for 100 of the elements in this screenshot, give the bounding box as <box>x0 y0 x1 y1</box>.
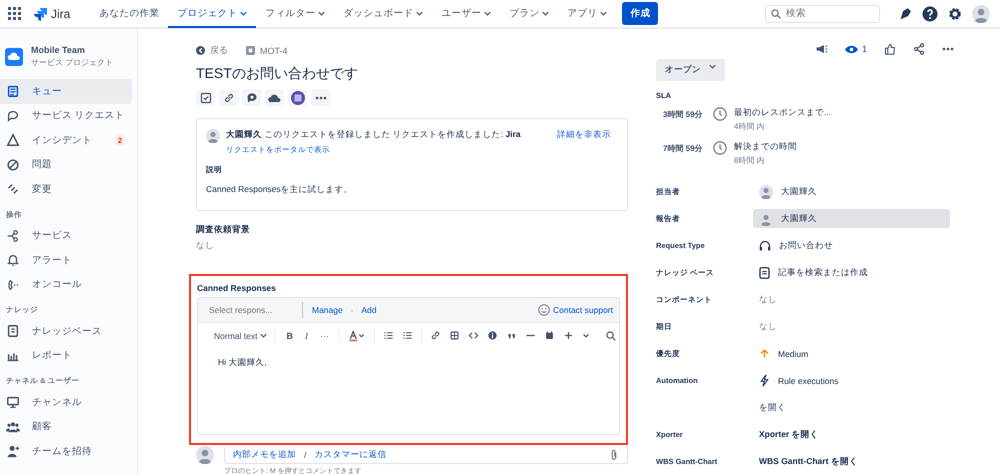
manage-link[interactable]: Manage <box>312 305 343 315</box>
field-value[interactable]: 大園輝久 <box>753 209 950 228</box>
link-separator: · <box>350 306 354 314</box>
sidebar-item[interactable]: 変更 <box>0 177 132 202</box>
link-button[interactable] <box>219 89 238 106</box>
cloud-icon <box>268 92 281 104</box>
editor-text[interactable]: Hi 大園輝久, <box>218 357 267 367</box>
nav-menu-item[interactable]: プラン <box>500 1 558 28</box>
format-button[interactable]: ··· <box>318 330 331 340</box>
sla-remaining-time: 3時間 59分 <box>663 109 704 120</box>
format-button[interactable]: I <box>302 330 310 340</box>
search-field[interactable]: 検索 <box>765 4 880 22</box>
app-button[interactable] <box>288 89 307 106</box>
thumbs-up-icon[interactable] <box>884 43 896 55</box>
sla-goal: 最初のレスポンスまで... <box>734 107 832 119</box>
sidebar-item[interactable]: オンコール <box>0 272 132 297</box>
nav-menu-item[interactable]: プロジェクト <box>168 1 256 28</box>
toolbar-icon[interactable] <box>562 330 574 341</box>
response-select[interactable]: Select respons... <box>198 302 303 318</box>
settings-icon[interactable] <box>947 6 963 22</box>
field-value[interactable]: 大園輝久 <box>753 182 950 201</box>
create-button[interactable]: 作成 <box>622 2 658 25</box>
link-separator: / <box>304 450 306 460</box>
contact-support-link[interactable]: Contact support <box>552 305 613 315</box>
clock-icon <box>713 141 727 155</box>
add-link[interactable]: Add <box>361 305 377 315</box>
sidebar-item[interactable]: ナレッジベース <box>0 319 132 344</box>
avatar-icon <box>759 184 773 198</box>
sidebar-item[interactable]: アラート <box>0 248 132 272</box>
issue-type-icon <box>246 46 255 55</box>
sidebar-item[interactable]: キュー <box>0 79 132 104</box>
arrow-up-icon <box>759 348 770 359</box>
sidebar-item[interactable]: レポート <box>0 344 132 368</box>
paperclip-icon[interactable] <box>609 448 619 460</box>
share-icon[interactable] <box>913 43 925 55</box>
sidebar-item[interactable]: サービス <box>0 224 132 248</box>
issue-key-link[interactable]: MOT-4 <box>246 44 288 57</box>
app-grid-icon[interactable] <box>8 6 22 20</box>
field-value[interactable]: 記事を検索または作成 <box>753 263 950 282</box>
internal-note-link[interactable]: 内部メモを追加 <box>233 448 296 460</box>
project-name[interactable]: Mobile Team <box>31 45 114 55</box>
nav-menu-item[interactable]: ユーザー <box>432 1 500 28</box>
caret-icon[interactable] <box>582 332 590 340</box>
field-value[interactable]: WBS Gantt-Chart を開く <box>753 452 950 471</box>
field-value[interactable]: を開く <box>753 398 950 417</box>
megaphone-icon[interactable] <box>814 43 828 55</box>
nav-menu-item[interactable]: アプリ <box>558 1 616 28</box>
checklist-button[interactable] <box>196 89 215 106</box>
toolbar-icon[interactable] <box>448 330 460 341</box>
help-icon[interactable] <box>922 6 938 22</box>
sidebar-item-label: レポート <box>32 349 73 362</box>
toolbar-icon[interactable] <box>382 330 394 341</box>
avatar-icon[interactable] <box>972 4 990 22</box>
sidebar-item[interactable]: チャンネル <box>0 390 132 414</box>
toolbar-icon[interactable] <box>430 330 441 341</box>
sidebar-item[interactable]: サービス リクエスト <box>0 104 132 128</box>
comment-button[interactable] <box>242 89 261 106</box>
project-cloud-icon[interactable] <box>5 48 23 66</box>
status-dropdown[interactable]: オープン <box>656 59 725 81</box>
panel-title: Canned Responses <box>197 283 277 293</box>
back-arrow-icon <box>196 46 205 55</box>
description-text: Canned Responsesを主に試します。 <box>206 184 354 196</box>
nav-menu-item[interactable]: フィルター <box>256 1 334 28</box>
sla-target: 8時間 内 <box>734 155 766 166</box>
field-value[interactable]: Medium <box>753 344 950 363</box>
search-icon[interactable] <box>606 330 616 340</box>
toolbar-icon[interactable] <box>468 330 479 341</box>
jira-logo-icon[interactable] <box>34 6 48 20</box>
avatar-icon <box>206 129 220 143</box>
document-icon <box>759 266 770 278</box>
sidebar-item[interactable]: 顧客 <box>0 414 132 439</box>
watch-button[interactable]: 1 <box>844 44 867 54</box>
field-value[interactable]: Rule executions <box>753 371 950 390</box>
nav-menu-item[interactable]: ダッシュボード <box>334 1 432 28</box>
reply-customer-link[interactable]: カスタマーに返信 <box>314 448 386 460</box>
more-button[interactable] <box>311 89 330 106</box>
comment-box[interactable]: 内部メモを追加 / カスタマーに返信 <box>224 446 628 464</box>
nav-menu-item[interactable]: あなたの作業 <box>90 1 168 28</box>
toolbar-icon[interactable] <box>544 330 555 341</box>
jira-logo-text[interactable]: Jira <box>51 6 70 20</box>
text-style-dropdown[interactable]: Normal text <box>214 330 268 340</box>
field-value[interactable]: なし <box>753 317 950 336</box>
toolbar-icon[interactable] <box>486 330 498 341</box>
more-icon[interactable] <box>942 47 954 51</box>
field-value: なし <box>196 240 215 252</box>
field-value[interactable]: お問い合わせ <box>753 236 950 255</box>
caret-icon <box>260 333 268 338</box>
sidebar-item[interactable]: チームを招待 <box>0 439 132 464</box>
field-value[interactable]: なし <box>753 290 950 309</box>
speech-bubble-icon <box>246 92 258 104</box>
issue-title: TESTのお問い合わせです <box>196 65 359 83</box>
field-value[interactable]: Xporter を開く <box>753 425 950 444</box>
sidebar-item[interactable]: 問題 <box>0 152 132 177</box>
cloud-button[interactable] <box>265 89 284 106</box>
format-button[interactable]: B <box>284 330 295 340</box>
toolbar-icon[interactable] <box>402 330 413 341</box>
hide-details-link[interactable]: 詳細を非表示 <box>557 129 611 141</box>
checklist-icon <box>200 92 212 104</box>
back-link[interactable]: 戻る <box>196 44 228 57</box>
text-color-icon[interactable] <box>348 330 366 342</box>
